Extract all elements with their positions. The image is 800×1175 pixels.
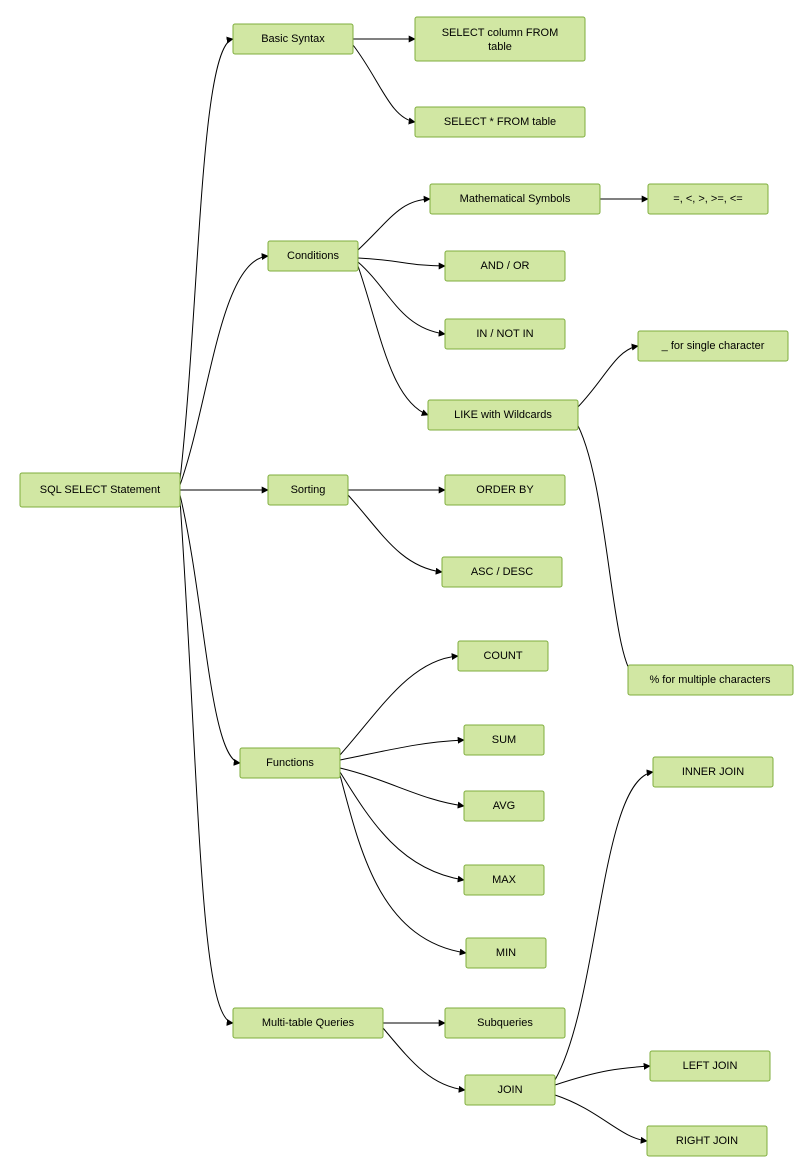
node-inner-join: INNER JOIN <box>653 757 773 787</box>
edge <box>180 495 240 763</box>
node-root: SQL SELECT Statement <box>20 473 180 507</box>
edge <box>180 500 233 1023</box>
label-like: LIKE with Wildcards <box>454 409 552 421</box>
label-select-col-l1: SELECT column FROM <box>442 27 559 39</box>
label-subqueries: Subqueries <box>477 1017 533 1029</box>
label-functions: Functions <box>266 757 314 769</box>
label-math-symbols: Mathematical Symbols <box>460 193 571 205</box>
label-in-notin: IN / NOT IN <box>476 328 533 340</box>
node-sym-list: =, <, >, >=, <= <box>648 184 768 214</box>
label-underscore: _ for single character <box>661 340 765 352</box>
node-underscore: _ for single character <box>638 331 788 361</box>
label-basic-syntax: Basic Syntax <box>261 33 325 45</box>
node-count: COUNT <box>458 641 548 671</box>
node-sorting: Sorting <box>268 475 348 505</box>
label-conditions: Conditions <box>287 250 339 262</box>
label-ascdesc: ASC / DESC <box>471 566 533 578</box>
label-sorting: Sorting <box>291 484 326 496</box>
diagram-canvas: SQL SELECT Statement Basic Syntax SELECT… <box>0 0 800 1175</box>
node-and-or: AND / OR <box>445 251 565 281</box>
edge <box>180 39 233 480</box>
label-right-join: RIGHT JOIN <box>676 1135 738 1147</box>
node-percent: % for multiple characters <box>628 665 793 695</box>
node-multi: Multi-table Queries <box>233 1008 383 1038</box>
edge <box>340 656 458 755</box>
node-ascdesc: ASC / DESC <box>442 557 562 587</box>
label-select-star: SELECT * FROM table <box>444 116 556 128</box>
label-left-join: LEFT JOIN <box>683 1060 738 1072</box>
label-sum: SUM <box>492 734 516 746</box>
edge <box>358 258 445 266</box>
label-join: JOIN <box>497 1084 522 1096</box>
edge <box>555 1066 650 1085</box>
label-orderby: ORDER BY <box>476 484 534 496</box>
edge <box>348 495 442 572</box>
edge <box>358 199 430 250</box>
node-right-join: RIGHT JOIN <box>647 1126 767 1156</box>
node-subqueries: Subqueries <box>445 1008 565 1038</box>
label-and-or: AND / OR <box>481 260 530 272</box>
node-like: LIKE with Wildcards <box>428 400 578 430</box>
node-sum: SUM <box>464 725 544 755</box>
edge <box>358 262 445 334</box>
node-left-join: LEFT JOIN <box>650 1051 770 1081</box>
label-multi: Multi-table Queries <box>262 1017 355 1029</box>
label-count: COUNT <box>483 650 522 662</box>
label-inner-join: INNER JOIN <box>682 766 744 778</box>
edge <box>353 45 415 122</box>
label-max: MAX <box>492 874 517 886</box>
edge <box>575 420 638 680</box>
node-in-notin: IN / NOT IN <box>445 319 565 349</box>
edge <box>358 266 428 415</box>
node-orderby: ORDER BY <box>445 475 565 505</box>
node-select-col: SELECT column FROM table <box>415 17 585 61</box>
node-functions: Functions <box>240 748 340 778</box>
label-select-col-l2: table <box>488 41 512 53</box>
node-select-star: SELECT * FROM table <box>415 107 585 137</box>
label-sym-list: =, <, >, >=, <= <box>673 193 742 205</box>
label-root: SQL SELECT Statement <box>40 484 160 496</box>
node-conditions: Conditions <box>268 241 358 271</box>
node-min: MIN <box>466 938 546 968</box>
node-max: MAX <box>464 865 544 895</box>
node-join: JOIN <box>465 1075 555 1105</box>
node-avg: AVG <box>464 791 544 821</box>
edge <box>340 740 464 760</box>
edge <box>555 772 653 1080</box>
node-basic-syntax: Basic Syntax <box>233 24 353 54</box>
node-math-symbols: Mathematical Symbols <box>430 184 600 214</box>
label-percent: % for multiple characters <box>649 674 771 686</box>
label-min: MIN <box>496 947 516 959</box>
edge <box>575 346 638 410</box>
label-avg: AVG <box>493 800 515 812</box>
edge <box>555 1095 647 1141</box>
edge <box>180 256 268 485</box>
